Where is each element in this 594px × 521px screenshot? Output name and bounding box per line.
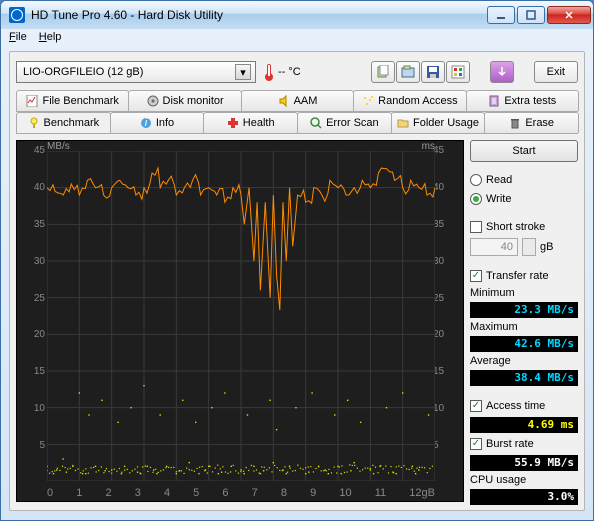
tab-info[interactable]: iInfo bbox=[110, 112, 205, 133]
average-value: 38.4 MB/s bbox=[470, 370, 578, 386]
minimum-value: 23.3 MB/s bbox=[470, 302, 578, 318]
dropdown-icon[interactable]: ▾ bbox=[235, 64, 251, 80]
transfer-rate-label: Transfer rate bbox=[486, 270, 549, 282]
maximum-label: Maximum bbox=[470, 321, 578, 333]
refresh-button[interactable] bbox=[490, 61, 514, 83]
read-radio[interactable] bbox=[470, 174, 482, 186]
write-radio[interactable] bbox=[470, 193, 482, 205]
minimum-label: Minimum bbox=[470, 287, 578, 299]
short-stroke-value bbox=[470, 238, 518, 256]
average-label: Average bbox=[470, 355, 578, 367]
write-label: Write bbox=[486, 193, 511, 205]
exit-button[interactable]: Exit bbox=[534, 61, 578, 83]
short-stroke-check[interactable] bbox=[470, 221, 482, 233]
benchmark-icon bbox=[28, 117, 40, 129]
tab-file-benchmark[interactable]: File Benchmark bbox=[16, 90, 129, 111]
read-label: Read bbox=[486, 174, 512, 186]
drive-select[interactable]: LIO-ORGFILEIO (12 gB) ▾ bbox=[16, 61, 256, 83]
tab-erase[interactable]: Erase bbox=[484, 112, 579, 133]
short-stroke-label: Short stroke bbox=[486, 221, 545, 233]
access-time-check[interactable]: ✓ bbox=[470, 400, 482, 412]
drive-select-value: LIO-ORGFILEIO (12 gB) bbox=[23, 66, 235, 78]
temperature-display: -- °C bbox=[262, 62, 301, 82]
start-button[interactable]: Start bbox=[470, 140, 578, 162]
thermometer-icon bbox=[262, 62, 276, 82]
disk-monitor-icon bbox=[147, 95, 159, 107]
copy-info-icon[interactable] bbox=[371, 61, 395, 83]
minimize-button[interactable] bbox=[487, 6, 515, 24]
options-icon[interactable] bbox=[446, 61, 470, 83]
maximize-button[interactable] bbox=[517, 6, 545, 24]
benchmark-chart: MB/s ms 51015202530354045 51015202530354… bbox=[16, 140, 464, 502]
short-stroke-unit: gB bbox=[540, 241, 553, 253]
tab-random-access[interactable]: Random Access bbox=[353, 90, 466, 111]
health-icon bbox=[227, 117, 239, 129]
tab-health[interactable]: Health bbox=[203, 112, 298, 133]
temperature-value: -- °C bbox=[278, 66, 301, 78]
tab-benchmark[interactable]: Benchmark bbox=[16, 112, 111, 133]
burst-rate-check[interactable]: ✓ bbox=[470, 438, 482, 450]
titlebar[interactable]: HD Tune Pro 4.60 - Hard Disk Utility bbox=[1, 1, 593, 29]
menu-file[interactable]: File bbox=[9, 31, 27, 47]
folder-icon bbox=[397, 117, 409, 129]
extra-tests-icon bbox=[488, 95, 500, 107]
cpu-usage-value: 3.0% bbox=[470, 489, 578, 505]
transfer-rate-check[interactable]: ✓ bbox=[470, 270, 482, 282]
access-time-value: 4.69 ms bbox=[470, 417, 578, 433]
tab-extra-tests[interactable]: Extra tests bbox=[466, 90, 579, 111]
tab-error-scan[interactable]: Error Scan bbox=[297, 112, 392, 133]
screenshot-icon[interactable] bbox=[396, 61, 420, 83]
tab-disk-monitor[interactable]: Disk monitor bbox=[128, 90, 241, 111]
menu-bar: File Help bbox=[1, 29, 593, 49]
error-scan-icon bbox=[310, 117, 322, 129]
burst-rate-value: 55.9 MB/s bbox=[470, 455, 578, 471]
burst-rate-label: Burst rate bbox=[486, 438, 534, 450]
access-time-label: Access time bbox=[486, 400, 545, 412]
maximum-value: 42.6 MB/s bbox=[470, 336, 578, 352]
window-title: HD Tune Pro 4.60 - Hard Disk Utility bbox=[31, 8, 487, 22]
tab-aam[interactable]: AAM bbox=[241, 90, 354, 111]
tab-folder-usage[interactable]: Folder Usage bbox=[391, 112, 486, 133]
erase-icon bbox=[509, 117, 521, 129]
close-button[interactable] bbox=[547, 6, 591, 24]
menu-help[interactable]: Help bbox=[39, 31, 62, 47]
aam-icon bbox=[278, 95, 290, 107]
random-access-icon bbox=[362, 95, 374, 107]
app-icon bbox=[9, 7, 25, 23]
cpu-usage-label: CPU usage bbox=[470, 474, 578, 486]
spin-buttons bbox=[522, 238, 536, 256]
save-icon[interactable] bbox=[421, 61, 445, 83]
info-icon: i bbox=[140, 117, 152, 129]
file-benchmark-icon bbox=[26, 95, 38, 107]
